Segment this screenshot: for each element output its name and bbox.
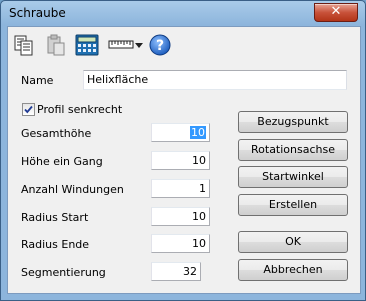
close-button[interactable]: ✕ — [314, 3, 358, 22]
copy-icon[interactable] — [12, 33, 36, 57]
anzahl-windungen-input[interactable]: 1 — [151, 179, 210, 198]
abbrechen-button[interactable]: Abbrechen — [238, 259, 348, 281]
hoehe-ein-gang-input[interactable]: 10 — [151, 151, 210, 170]
title-bar[interactable]: Schraube ✕ — [1, 1, 365, 27]
window-title: Schraube — [9, 6, 66, 20]
hoehe-ein-gang-label: Höhe ein Gang — [21, 155, 103, 168]
gesamthoehe-input[interactable]: 10 — [151, 123, 210, 142]
help-icon[interactable]: ? — [148, 33, 172, 57]
radius-start-label: Radius Start — [21, 211, 89, 224]
gesamthoehe-value: 10 — [190, 126, 206, 139]
startwinkel-button[interactable]: Startwinkel — [238, 166, 348, 188]
ok-button[interactable]: OK — [238, 231, 348, 253]
ruler-icon[interactable] — [108, 33, 134, 57]
dialog-body: ? Name Helixfläche Profil senkrecht Gesa… — [7, 26, 361, 294]
radius-ende-label: Radius Ende — [21, 238, 90, 251]
segmentierung-input[interactable]: 32 — [151, 262, 201, 281]
name-label: Name — [21, 74, 54, 87]
paste-icon[interactable] — [44, 33, 68, 57]
rotationsachse-button[interactable]: Rotationsachse — [238, 139, 348, 161]
anzahl-windungen-label: Anzahl Windungen — [21, 183, 124, 196]
dialog-window: Schraube ✕ ? Name Helixfläche Profil sen… — [0, 0, 366, 301]
segmentierung-label: Segmentierung — [21, 266, 106, 279]
name-input[interactable]: Helixfläche — [83, 70, 347, 90]
svg-text:?: ? — [156, 38, 164, 54]
radius-start-input[interactable]: 10 — [151, 207, 210, 226]
dropdown-arrow-icon[interactable] — [134, 33, 144, 57]
gesamthoehe-label: Gesamthöhe — [21, 127, 92, 140]
erstellen-button[interactable]: Erstellen — [238, 194, 348, 216]
radius-ende-input[interactable]: 10 — [151, 234, 210, 253]
calculator-icon[interactable] — [74, 33, 100, 57]
bezugspunkt-button[interactable]: Bezugspunkt — [238, 111, 348, 133]
profil-senkrecht-label: Profil senkrecht — [37, 103, 123, 116]
profil-senkrecht-checkbox[interactable] — [22, 103, 35, 116]
